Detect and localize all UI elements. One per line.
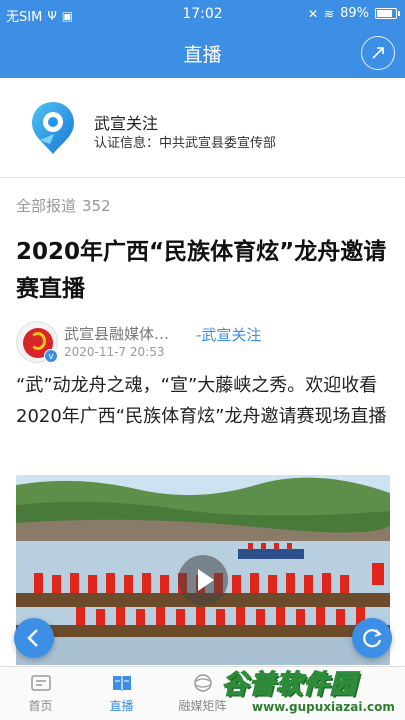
watermark-url: www.gupuxiazai.com bbox=[252, 700, 395, 714]
watermark: 谷普软件园 www.gupuxiazai.com bbox=[212, 660, 405, 720]
watermark-title: 谷普软件园 bbox=[221, 669, 358, 701]
tab-home-label: 首页 bbox=[28, 699, 53, 713]
battery-percent: 89% bbox=[340, 6, 369, 21]
book-icon bbox=[113, 676, 131, 691]
author-row[interactable]: v 武宣县融媒体… -武宣关注 2020-11-7 20:53 bbox=[16, 321, 396, 365]
chevron-left-icon bbox=[27, 629, 38, 647]
home-icon bbox=[31, 675, 51, 691]
globe-icon bbox=[194, 674, 212, 692]
back-button[interactable] bbox=[14, 618, 54, 658]
share-button[interactable] bbox=[361, 36, 395, 70]
refresh-button[interactable] bbox=[352, 618, 392, 658]
article-title[interactable]: 2020年广西“民族体育炫”龙舟邀请赛直播 bbox=[16, 234, 390, 308]
play-button[interactable] bbox=[178, 555, 228, 605]
status-bar: 无SIM Ψ ▣ 17:02 ✕ ≋ 89% bbox=[0, 0, 405, 28]
battery-icon bbox=[375, 8, 400, 19]
mute-icon: ✕ bbox=[307, 6, 319, 21]
publish-date: 2020-11-7 20:53 bbox=[64, 345, 165, 359]
account-certification: 认证信息：中共武宣县委宣传部 bbox=[94, 136, 277, 151]
share-icon bbox=[372, 47, 384, 59]
tab-live[interactable]: 直播 bbox=[81, 667, 162, 720]
report-count: 全部报道 352 bbox=[16, 195, 111, 216]
article-summary: “武”动龙舟之魂，“宣”大藤峡之秀。欢迎收看2020年广西“民族体育炫”龙舟邀请… bbox=[16, 375, 387, 427]
video-player[interactable] bbox=[16, 475, 390, 665]
author-name[interactable]: 武宣县融媒体… bbox=[64, 323, 169, 344]
report-count-value: 352 bbox=[82, 197, 111, 215]
nav-bar: 直播 bbox=[0, 28, 405, 78]
account-header[interactable]: 武宣关注 认证信息：中共武宣县委宣传部 bbox=[0, 78, 405, 178]
verified-icon: v bbox=[44, 349, 58, 363]
tab-home[interactable]: 首页 bbox=[0, 667, 81, 720]
tab-live-label: 直播 bbox=[109, 699, 134, 713]
report-count-label: 全部报道 bbox=[16, 197, 77, 215]
wifi-icon: ≋ bbox=[324, 6, 335, 21]
account-name: 武宣关注 bbox=[94, 114, 159, 133]
refresh-icon bbox=[363, 629, 382, 648]
page-title: 直播 bbox=[183, 44, 222, 66]
account-logo-icon bbox=[32, 102, 74, 154]
author-tag[interactable]: -武宣关注 bbox=[196, 324, 261, 345]
